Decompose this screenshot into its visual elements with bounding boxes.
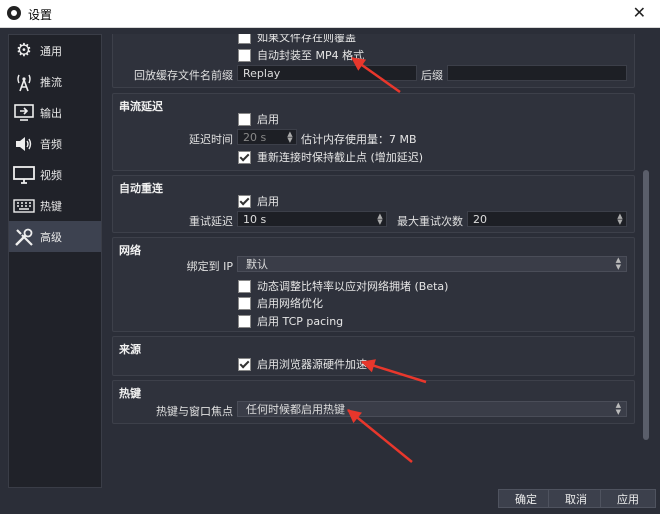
output-icon [13,102,35,124]
replay-suffix-label: 后缀 [421,69,443,82]
sidebar-item-label: 视频 [40,168,62,182]
stream-delay-title: 串流延迟 [119,100,163,113]
hotkeys-group: 热键 热键与窗口焦点 任何时候都启用热键 ▲ ▼ [112,380,635,424]
replay-prefix-label: 回放缓存文件名前缀 [134,69,233,82]
reconnect-enable-row: 启用 [238,193,279,209]
network-group: 网络 绑定到 IP 默认 ▲ ▼ 动态调整比特率以应对网络拥堵 (Beta) 启用… [112,237,635,332]
delay-duration-label: 延迟时间 [189,133,233,146]
spin-arrows-icon[interactable]: ▲ ▼ [616,213,624,226]
sidebar-item-hotkeys[interactable]: 热键 [9,190,101,221]
spin-arrows-icon[interactable]: ▲ ▼ [376,213,384,226]
bind-ip-value: 默认 [246,258,268,271]
network-opt-row: 启用网络优化 [238,295,323,311]
sidebar-item-label: 热键 [40,199,62,213]
delay-duration-value: 20 s [243,130,267,144]
title-bar: 设置 ✕ [0,0,660,28]
auto-reconnect-title: 自动重连 [119,182,163,195]
sources-title: 来源 [119,343,141,356]
obs-logo-icon [7,6,21,20]
preserve-cutoff-row: 重新连接时保持截止点 (增加延迟) [238,149,423,165]
keyboard-icon [13,195,35,217]
tcp-pacing-row: 启用 TCP pacing [238,313,343,329]
tcp-pacing-label: 启用 TCP pacing [257,315,344,328]
dynamic-bitrate-label: 动态调整比特率以应对网络拥堵 (Beta) [257,280,449,293]
delay-duration-input[interactable]: 20 s ▲ ▼ [237,129,297,145]
memory-estimate: 估计内存使用量：7 MB [301,133,417,146]
tcp-pacing-checkbox[interactable] [238,314,251,328]
network-title: 网络 [119,244,141,257]
overwrite-label: 如果文件存在则覆盖 [257,34,356,44]
max-retries-input[interactable]: 20 ▲ ▼ [467,211,627,227]
chevron-updown-icon: ▲ ▼ [615,256,621,271]
sidebar-item-label: 推流 [40,75,62,89]
window-title: 设置 [28,8,53,22]
sidebar-item-label: 高级 [40,230,62,244]
hotkey-focus-value: 任何时候都启用热键 [246,403,345,416]
spin-arrows-icon[interactable]: ▲ ▼ [286,131,294,144]
sidebar-item-stream[interactable]: 推流 [9,66,101,97]
scrollbar-thumb[interactable] [643,170,649,440]
chevron-updown-icon: ▲ ▼ [615,401,621,416]
auto-reconnect-group: 自动重连 启用 重试延迟 10 s ▲ ▼ 最大重试次数 20 ▲ ▼ [112,175,635,233]
sidebar-item-label: 输出 [40,106,62,120]
monitor-icon [13,164,35,186]
retry-delay-input[interactable]: 10 s ▲ ▼ [237,211,387,227]
tools-icon [13,226,35,248]
max-retries-value: 20 [473,212,487,226]
network-opt-label: 启用网络优化 [257,297,323,310]
hotkey-focus-select[interactable]: 任何时候都启用热键 ▲ ▼ [237,401,627,417]
overwrite-checkbox[interactable] [238,34,251,44]
browser-hw-checkbox[interactable] [238,357,251,371]
network-opt-checkbox[interactable] [238,296,251,310]
antenna-icon [13,71,35,93]
overwrite-row: 如果文件存在则覆盖 [238,34,356,45]
delay-enable-row: 启用 [238,111,279,127]
sidebar-item-video[interactable]: 视频 [9,159,101,190]
browser-hw-label: 启用浏览器源硬件加速 [257,358,367,371]
delay-enable-checkbox[interactable] [238,112,251,126]
sources-group: 来源 启用浏览器源硬件加速 [112,336,635,376]
sidebar-item-general[interactable]: ⚙ 通用 [9,35,101,66]
speaker-icon [13,133,35,155]
max-retries-label: 最大重试次数 [397,215,463,228]
auto-remux-row: 自动封装至 MP4 格式 [238,47,364,63]
auto-remux-checkbox[interactable] [238,48,251,62]
sidebar-item-label: 通用 [40,44,62,58]
reconnect-enable-label: 启用 [257,195,279,208]
close-icon[interactable]: ✕ [633,3,646,22]
bind-ip-label: 绑定到 IP [186,260,233,273]
replay-suffix-input[interactable] [447,65,627,81]
stream-delay-group: 串流延迟 启用 延迟时间 20 s ▲ ▼ 估计内存使用量：7 MB 重新连接时保… [112,93,635,171]
retry-delay-value: 10 s [243,212,267,226]
apply-button[interactable]: 应用 [600,489,656,508]
sidebar-item-label: 音频 [40,137,62,151]
delay-enable-label: 启用 [257,113,279,126]
settings-sidebar: ⚙ 通用 推流 输出 音频 视频 热键 高级 [8,34,102,488]
sidebar-item-output[interactable]: 输出 [9,97,101,128]
hotkey-focus-label: 热键与窗口焦点 [156,405,233,418]
ok-button[interactable]: 确定 [498,489,554,508]
settings-content: 如果文件存在则覆盖 自动封装至 MP4 格式 回放缓存文件名前缀 Replay … [112,34,635,486]
sidebar-item-advanced[interactable]: 高级 [9,221,101,252]
gear-icon: ⚙ [15,40,33,61]
reconnect-enable-checkbox[interactable] [238,194,251,208]
retry-delay-label: 重试延迟 [189,215,233,228]
dynamic-bitrate-row: 动态调整比特率以应对网络拥堵 (Beta) [238,278,448,294]
preserve-cutoff-checkbox[interactable] [238,150,251,164]
bind-ip-select[interactable]: 默认 ▲ ▼ [237,256,627,272]
browser-hw-row: 启用浏览器源硬件加速 [238,356,367,372]
replay-prefix-input[interactable]: Replay [237,65,417,81]
auto-remux-label: 自动封装至 MP4 格式 [257,49,365,62]
hotkeys-title: 热键 [119,387,141,400]
recording-group: 如果文件存在则覆盖 自动封装至 MP4 格式 回放缓存文件名前缀 Replay … [112,34,635,88]
cancel-button[interactable]: 取消 [548,489,604,508]
preserve-cutoff-label: 重新连接时保持截止点 (增加延迟) [257,151,424,164]
sidebar-item-audio[interactable]: 音频 [9,128,101,159]
dynamic-bitrate-checkbox[interactable] [238,279,251,293]
